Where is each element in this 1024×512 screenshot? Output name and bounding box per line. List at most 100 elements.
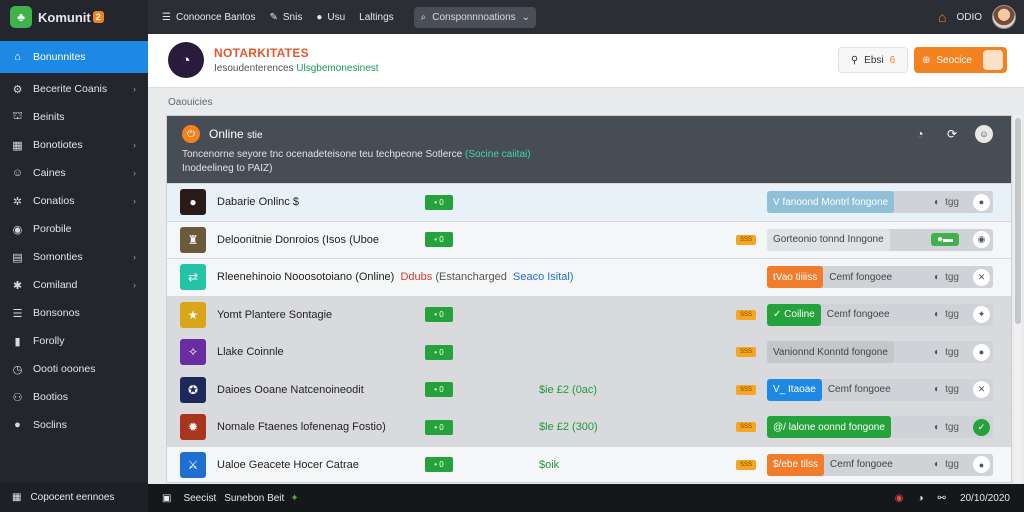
globe-icon: ◉ — [12, 223, 23, 236]
game-title[interactable]: Rleenehinoio Nooosotoiano (Online) Ddubs… — [217, 271, 574, 283]
table-row[interactable]: ✪ Daioes Ooane Natcenoineodit • 0 $ie £2 (0… — [167, 370, 1011, 408]
table-row[interactable]: ✧ Llake Coinnle • 0 SSS Vanionnd Konntd fong… — [167, 333, 1011, 371]
status-pill[interactable]: tVao tiiiiss Cemf fongoee ◐ tgg ✕ — [767, 266, 993, 289]
table-row[interactable]: ✹ Nomale Ftaenes lofenenag Fostio) • 0 $le … — [167, 408, 1011, 446]
game-title[interactable]: Ualoe Geacete Hocer Catrae — [217, 459, 359, 471]
table-row[interactable]: ● Dabarie Onlinc $ • 0 V fanoond Montrl fon… — [167, 183, 1011, 221]
sidebar-item-1[interactable]: ⚙ Becerite Coanis › — [0, 75, 148, 103]
player-count-badge: • 0 — [425, 194, 453, 210]
sidebar-item-8[interactable]: ✱ Comiland › — [0, 271, 148, 299]
sidebar-item-3[interactable]: ▦ Bonotiotes › — [0, 131, 148, 159]
row-action-icon[interactable]: ◉ — [973, 231, 990, 249]
sidebar-item-9[interactable]: ☰ Bonsonos — [0, 299, 148, 327]
sidebar-item-0[interactable]: ⌂ Bonunnites — [0, 41, 148, 73]
game-name: Llake Coinnle — [217, 346, 284, 359]
sidebar-item-label: Bonunnites — [33, 51, 86, 63]
sidebar-item-7[interactable]: ▤ Somonties › — [0, 243, 148, 271]
table-row[interactable]: ⚔ Ualoe Geacete Hocer Catrae • 0 $oik SSS $/e… — [167, 445, 1011, 482]
avatar[interactable] — [992, 5, 1016, 29]
game-title[interactable]: Nomale Ftaenes lofenenag Fostio) — [217, 421, 386, 433]
secondary-button-label: Ebsi — [864, 54, 884, 66]
sidebar: ♣ Komunit 2 ⌂ Bonunnites ⚙ Becerite Coanis ›… — [0, 0, 148, 512]
row-action-icon[interactable]: ● — [973, 193, 990, 211]
row-action-icon[interactable]: ● — [973, 456, 990, 474]
row-action-icon[interactable]: ✦ — [973, 306, 990, 324]
status-pill[interactable]: ✓ Coiline Cemf fongoee ◐ tgg ✦ — [767, 303, 993, 326]
game-title[interactable]: Dabarie Onlinc $ — [217, 196, 299, 208]
scrollbar-thumb[interactable] — [1015, 118, 1021, 324]
pill-meta-text: tgg — [945, 196, 959, 208]
half-circle-icon: ◐ — [934, 196, 941, 208]
refresh-icon[interactable]: ⟳ — [943, 125, 961, 143]
chevron-right-icon: › — [133, 280, 136, 290]
status-pill[interactable]: Vanionnd Konntd fongone ◐ tgg ● — [767, 341, 993, 364]
brand[interactable]: ♣ Komunit 2 — [0, 0, 148, 34]
list-icon: ☰ — [12, 307, 23, 320]
status-pill[interactable]: V fanoond Montrl fongone ◐ tgg ● — [767, 191, 993, 214]
layout-icon[interactable]: ▣ — [162, 493, 171, 504]
subtitle-link[interactable]: Ulsgbemonesinest — [296, 63, 378, 74]
half-circle-icon: ◐ — [934, 421, 941, 433]
chevron-down-icon: ⌄ — [521, 11, 531, 23]
sync-icon[interactable]: ◑ — [918, 493, 924, 504]
sidebar-item-label: Bootios — [33, 391, 69, 403]
share-icon[interactable]: ⚯ — [938, 493, 946, 504]
topbar-item-0[interactable]: ☰ Conoonce Bantos — [162, 12, 255, 23]
row-action-icon[interactable]: ✕ — [973, 381, 990, 399]
row-action-icon[interactable]: ● — [973, 343, 990, 361]
sidebar-item-10[interactable]: ▮ Forolly — [0, 327, 148, 355]
status-pill[interactable]: $/ebe tilss Cemf fongoee ◐ tgg ● — [767, 453, 993, 476]
chat-bubble-icon[interactable]: ◔ — [911, 125, 929, 143]
game-title[interactable]: Daioes Ooane Natcenoineodit — [217, 384, 364, 396]
status-pill-rest: Cemf fongoee — [829, 271, 893, 283]
topbar-item-3[interactable]: Laltings — [359, 12, 393, 23]
search-input[interactable]: ⌕ Consponnnoations ⌄ — [413, 6, 536, 28]
chevron-right-icon: › — [133, 196, 136, 206]
panel-desc-highlight[interactable]: (Socine caiitai) — [465, 149, 531, 160]
game-tag-muted: (Estancharged — [435, 271, 507, 284]
sidebar-footer[interactable]: ▦ Copocent eennoes — [0, 482, 148, 512]
status-pill-segment: V fanoond Montrl fongone — [767, 191, 895, 214]
clock: 20/10/2020 — [959, 492, 1010, 504]
brand-logo-icon: ♣ — [10, 6, 32, 28]
game-tag-blue[interactable]: Seaco Isital) — [513, 271, 574, 283]
game-title[interactable]: Llake Coinnle — [217, 346, 284, 358]
sidebar-item-4[interactable]: ☺ Caines › — [0, 159, 148, 187]
layers-icon: ▤ — [12, 251, 23, 264]
clock-icon: ◷ — [12, 363, 23, 376]
home-icon[interactable]: ⌂ — [938, 9, 946, 25]
primary-button-label: Seocice — [936, 54, 972, 66]
secondary-button[interactable]: ⚲ Ebsi 6 — [838, 47, 908, 73]
sidebar-item-6[interactable]: ◉ Porobile — [0, 215, 148, 243]
status-pill[interactable]: V_ Itaoae Cemf fongoee ◐ tgg ✕ — [767, 378, 993, 401]
sidebar-item-11[interactable]: ◷ Oooti ooones — [0, 355, 148, 383]
plus-circle-icon: ⊕ — [922, 54, 931, 66]
table-row[interactable]: ♜ Deloonitnie Donroios (Isos (Uboe • 0 SSS G… — [167, 220, 1011, 258]
breadcrumb[interactable]: Oaouicies — [168, 97, 212, 108]
status-left-label2: Sunebon Beit — [224, 492, 285, 504]
topbar-item-1[interactable]: ✎ Snis — [269, 12, 302, 23]
record-icon[interactable]: ◉ — [895, 493, 904, 504]
button-avatar — [983, 50, 1003, 70]
row-action-icon[interactable]: ✕ — [973, 268, 990, 286]
sidebar-item-13[interactable]: ● Soclins — [0, 411, 148, 439]
topbar-item-2[interactable]: ● Usu — [316, 12, 345, 23]
user-label[interactable]: ODIO — [956, 12, 982, 23]
table-row[interactable]: ⇄ Rleenehinoio Nooosotoiano (Online) Ddub… — [167, 258, 1011, 296]
sidebar-item-2[interactable]: ⛫ Beinits — [0, 103, 148, 131]
status-bar: ▣ Seecist Sunebon Beit ✦ ◉ ◑ ⚯ 20/10/202… — [148, 484, 1024, 512]
player-count-badge: • 0 — [425, 382, 453, 398]
sidebar-item-5[interactable]: ✲ Conatios › — [0, 187, 148, 215]
status-pill[interactable]: Gorteonio tonnd Inngone ●▬ ◉ — [767, 228, 993, 251]
table-row[interactable]: ★ Yomt Plantere Sontagie • 0 SSS ✓ Coiline Ce… — [167, 295, 1011, 333]
gear-icon: ⚙ — [12, 83, 23, 96]
user-avatar-icon[interactable]: ☺ — [975, 125, 993, 143]
sidebar-item-label: Somonties — [33, 251, 83, 263]
row-action-icon[interactable]: ✓ — [973, 418, 990, 436]
sidebar-item-12[interactable]: ⚇ Bootios — [0, 383, 148, 411]
status-pill[interactable]: @/ lalone oonnd fongone ◐ tgg ✓ — [767, 416, 993, 439]
game-title[interactable]: Deloonitnie Donroios (Isos (Uboe — [217, 234, 379, 246]
panel-title-suffix: stie — [247, 130, 263, 141]
primary-button[interactable]: ⊕ Seocice — [914, 47, 1007, 73]
game-title[interactable]: Yomt Plantere Sontagie — [217, 309, 332, 321]
